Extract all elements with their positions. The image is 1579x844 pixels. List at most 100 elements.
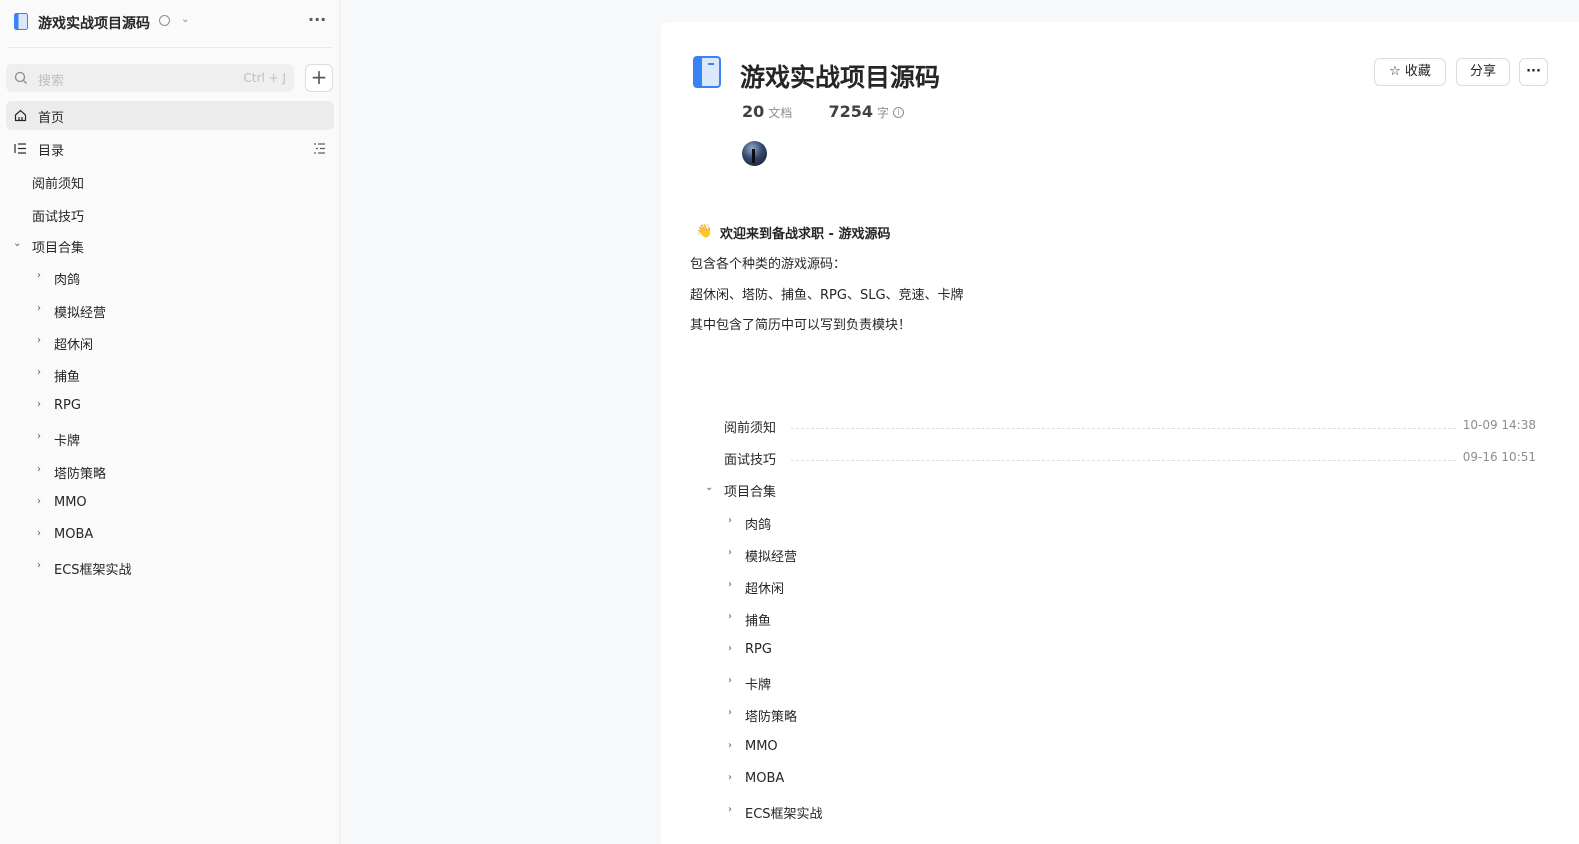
sidebar: 游戏实战项目源码 ⌄ ··· 搜索 Ctrl + J + 首页 目录 阅前须知 … <box>0 0 340 844</box>
chevron-right-icon[interactable]: › <box>37 496 41 507</box>
chevron-right-icon[interactable]: › <box>37 335 41 346</box>
more-button[interactable]: ··· <box>308 10 326 29</box>
toc-item-3[interactable]: › 肉鸽 <box>728 514 772 536</box>
sidebar-item-10[interactable]: › MMO <box>37 495 87 519</box>
sidebar-item-label: 塔防策略 <box>54 467 107 482</box>
toc-item-label: 卡牌 <box>745 678 772 693</box>
chevron-right-icon[interactable]: › <box>728 579 732 590</box>
sidebar-item-3[interactable]: › 肉鸽 <box>37 269 81 293</box>
chevron-down-icon[interactable]: ⌄ <box>13 238 21 249</box>
book-icon <box>14 13 28 30</box>
words-count: 7254 <box>828 102 873 121</box>
toc-item-time: 09-16 10:51 <box>1462 450 1536 464</box>
toc-collapse-icon[interactable] <box>313 142 326 155</box>
words-unit: 字 <box>877 106 890 120</box>
sidebar-item-1[interactable]: 面试技巧 <box>32 206 84 230</box>
sidebar-item-label: 模拟经营 <box>54 306 107 321</box>
toc-item-2[interactable]: ⌄ 项目合集 <box>705 481 777 503</box>
toc-item-label: 面试技巧 <box>724 453 777 468</box>
toc-item-7[interactable]: › RPG <box>728 642 772 664</box>
chevron-right-icon[interactable]: › <box>728 643 732 654</box>
sidebar-item-home[interactable]: 首页 <box>6 101 334 130</box>
sidebar-book-title[interactable]: 游戏实战项目源码 <box>38 13 150 33</box>
chevron-right-icon[interactable]: › <box>728 675 732 686</box>
toc-item-8[interactable]: › 卡牌 <box>728 674 772 696</box>
toc-item-label: 项目合集 <box>724 485 777 500</box>
chevron-right-icon[interactable]: › <box>728 611 732 622</box>
chevron-right-icon[interactable]: › <box>37 367 41 378</box>
avatar[interactable] <box>742 141 767 166</box>
sidebar-item-label: 项目合集 <box>32 241 85 256</box>
intro-line: 超休闲、塔防、捕鱼、RPG、SLG、竞速、卡牌 <box>690 288 964 303</box>
toc-item-time: 10-09 14:38 <box>1462 418 1536 432</box>
sidebar-item-5[interactable]: › 超休闲 <box>37 334 93 358</box>
sidebar-item-label: MOBA <box>54 527 94 542</box>
toc-item-label: 超休闲 <box>745 582 785 597</box>
sidebar-item-label: 肉鸽 <box>54 273 81 288</box>
sidebar-item-8[interactable]: › 卡牌 <box>37 430 81 454</box>
sidebar-item-0[interactable]: 阅前须知 <box>32 173 84 197</box>
chevron-right-icon[interactable]: › <box>37 560 41 571</box>
sidebar-item-7[interactable]: › RPG <box>37 398 81 422</box>
chevron-right-icon[interactable]: › <box>728 804 732 815</box>
chevron-right-icon[interactable]: › <box>37 464 41 475</box>
sidebar-item-label: 首页 <box>38 111 65 126</box>
toc-item-9[interactable]: › 塔防策略 <box>728 706 797 728</box>
sidebar-item-2[interactable]: ⌄ 项目合集 <box>13 237 85 261</box>
sidebar-item-12[interactable]: › ECS框架实战 <box>37 559 132 583</box>
toc-item-6[interactable]: › 捕鱼 <box>728 610 771 632</box>
chevron-right-icon[interactable]: › <box>728 707 732 718</box>
share-button[interactable]: 分享 <box>1456 58 1510 86</box>
chevron-right-icon[interactable]: › <box>728 547 732 558</box>
toc-item-5[interactable]: › 超休闲 <box>728 578 785 600</box>
toc-icon <box>14 143 26 154</box>
sidebar-item-4[interactable]: › 模拟经营 <box>37 302 107 326</box>
book-icon <box>693 56 721 88</box>
info-icon[interactable]: i <box>893 107 905 118</box>
leader-line <box>791 460 1456 461</box>
toc-item-label: 肉鸽 <box>745 518 772 533</box>
search-shortcut: Ctrl + J <box>243 71 286 85</box>
sidebar-item-6[interactable]: › 捕鱼 <box>37 366 81 390</box>
toc-item-10[interactable]: › MMO <box>728 739 778 761</box>
page-title: 游戏实战项目源码 <box>740 63 941 92</box>
search-input[interactable]: 搜索 Ctrl + J <box>6 64 294 92</box>
chevron-right-icon[interactable]: › <box>728 772 732 783</box>
search-placeholder: 搜索 <box>38 74 65 89</box>
toc-item-0[interactable]: 阅前须知 10-09 14:38 <box>724 417 1536 439</box>
sidebar-item-label: 捕鱼 <box>54 370 81 385</box>
chevron-down-icon[interactable]: ⌄ <box>181 14 189 25</box>
intro-line: 包含各个种类的游戏源码： <box>690 257 847 272</box>
chevron-right-icon[interactable]: › <box>728 740 732 751</box>
sidebar-item-label: 阅前须知 <box>32 177 85 192</box>
search-icon <box>14 71 27 84</box>
toc-item-label: ECS框架实战 <box>745 807 823 822</box>
sidebar-item-toc[interactable]: 目录 <box>6 134 334 163</box>
favorite-button[interactable]: ☆ 收藏 <box>1374 58 1446 86</box>
chevron-right-icon[interactable]: › <box>37 399 41 410</box>
sidebar-item-label: ECS框架实战 <box>54 563 132 578</box>
chevron-right-icon[interactable]: › <box>37 303 41 314</box>
toc-item-label: 阅前须知 <box>724 421 777 436</box>
chevron-right-icon[interactable]: › <box>37 270 41 281</box>
visibility-icon[interactable] <box>159 15 170 26</box>
chevron-down-icon[interactable]: ⌄ <box>705 482 713 493</box>
toc-item-4[interactable]: › 模拟经营 <box>728 546 797 568</box>
chevron-right-icon[interactable]: › <box>728 515 732 526</box>
toc-item-label: RPG <box>745 642 772 657</box>
chevron-right-icon[interactable]: › <box>37 431 41 442</box>
add-button[interactable]: + <box>305 64 333 92</box>
sidebar-item-9[interactable]: › 塔防策略 <box>37 463 107 487</box>
divider <box>8 47 332 48</box>
main-content: 游戏实战项目源码 ☆ 收藏 分享 ··· 20 文档 7254 字 i 👋 欢迎来到备… <box>661 22 1579 844</box>
sidebar-header: 游戏实战项目源码 ⌄ ··· <box>0 0 340 46</box>
toc-item-12[interactable]: › ECS框架实战 <box>728 803 823 825</box>
toc-item-1[interactable]: 面试技巧 09-16 10:51 <box>724 449 1536 471</box>
chevron-right-icon[interactable]: › <box>37 528 41 539</box>
toc-item-11[interactable]: › MOBA <box>728 771 784 793</box>
docs-count: 20 <box>742 102 765 121</box>
leader-line <box>791 428 1456 429</box>
more-button[interactable]: ··· <box>1519 58 1548 86</box>
sidebar-item-label: 卡牌 <box>54 434 81 449</box>
sidebar-item-11[interactable]: › MOBA <box>37 527 94 551</box>
